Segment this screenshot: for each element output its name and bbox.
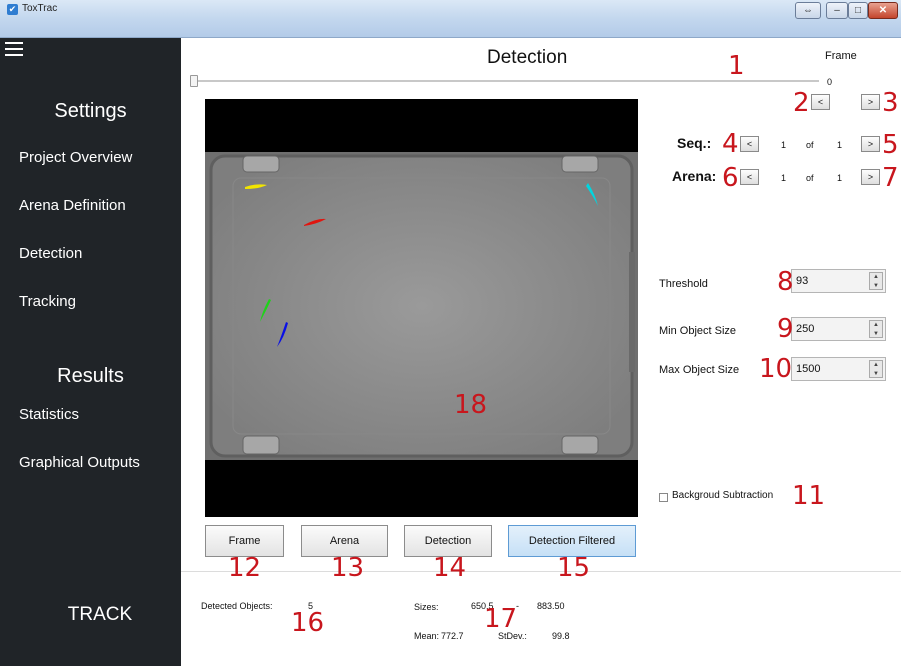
arena-label: Arena: <box>672 168 717 184</box>
restore-icon: ⇔ <box>803 5 813 16</box>
chevron-down-icon[interactable]: ▼ <box>870 330 882 339</box>
threshold-spinbox[interactable]: 93 ▲ ▼ <box>791 269 886 293</box>
minimize-icon: – <box>834 5 840 16</box>
annotation-11: 11 <box>792 481 826 511</box>
sizes-label: Sizes: <box>414 602 439 612</box>
chevron-down-icon[interactable]: ▼ <box>870 370 882 379</box>
size-max-value: 883.50 <box>537 601 565 611</box>
sequence-current: 1 <box>781 140 787 150</box>
min-object-size-stepper[interactable]: ▲ ▼ <box>869 320 883 338</box>
settings-header: Settings <box>54 100 127 122</box>
next-frame-button[interactable]: > <box>861 94 880 110</box>
page-title: Detection <box>487 47 568 68</box>
next-arena-button[interactable]: > <box>861 169 880 185</box>
annotation-10: 10 <box>759 354 793 384</box>
frame-value: 0 <box>827 77 833 87</box>
frame-slider-handle[interactable] <box>190 75 198 87</box>
sidebar-item-project-overview[interactable]: Project Overview <box>19 149 132 166</box>
max-object-size-label: Max Object Size <box>659 364 740 376</box>
title-bar: ✔ ToxTrac ⇔ – □ ✕ <box>0 0 901 38</box>
prev-sequence-button[interactable]: < <box>740 136 759 152</box>
annotation-14: 14 <box>433 553 467 583</box>
annotation-17: 17 <box>484 604 518 634</box>
min-object-size-value: 250 <box>796 323 815 335</box>
chevron-up-icon[interactable]: ▲ <box>870 273 882 282</box>
arena-image <box>205 152 638 460</box>
detected-objects-label: Detected Objects: <box>201 601 273 611</box>
annotation-6: 6 <box>722 163 739 193</box>
max-object-size-value: 1500 <box>796 363 821 375</box>
sidebar-item-graphical-outputs[interactable]: Graphical Outputs <box>19 454 140 471</box>
min-object-size-spinbox[interactable]: 250 ▲ ▼ <box>791 317 886 341</box>
video-preview <box>205 99 638 517</box>
close-button[interactable]: ✕ <box>868 2 898 19</box>
frame-slider-track[interactable] <box>191 80 819 82</box>
minimize-button[interactable]: – <box>826 2 848 19</box>
maximize-icon: □ <box>854 5 862 16</box>
sidebar-item-tracking[interactable]: Tracking <box>19 293 76 310</box>
annotation-9: 9 <box>777 314 794 344</box>
window-title: ToxTrac <box>22 3 58 14</box>
stdev-value: 99.8 <box>552 631 570 641</box>
chevron-up-icon[interactable]: ▲ <box>870 321 882 330</box>
annotation-7: 7 <box>882 163 899 193</box>
annotation-18: 18 <box>454 390 488 420</box>
prev-arena-button[interactable]: < <box>740 169 759 185</box>
annotation-5: 5 <box>882 130 899 160</box>
annotation-12: 12 <box>228 553 262 583</box>
arena-of-label: of <box>806 173 814 183</box>
annotation-15: 15 <box>557 553 591 583</box>
sidebar-item-arena-definition[interactable]: Arena Definition <box>19 197 126 214</box>
arena-total: 1 <box>837 173 843 183</box>
main-panel: Detection Frame 0 < > Seq.: < 1 of 1 > A… <box>181 38 901 666</box>
annotation-8: 8 <box>777 267 794 297</box>
close-icon: ✕ <box>878 5 888 16</box>
next-sequence-button[interactable]: > <box>861 136 880 152</box>
prev-frame-button[interactable]: < <box>811 94 830 110</box>
app-window: ✔ ToxTrac ⇔ – □ ✕ Settings Project Overv… <box>0 0 901 666</box>
results-header: Results <box>57 365 124 387</box>
chevron-up-icon[interactable]: ▲ <box>870 361 882 370</box>
min-object-size-label: Min Object Size <box>659 325 737 337</box>
max-object-size-stepper[interactable]: ▲ ▼ <box>869 360 883 378</box>
sidebar-item-statistics[interactable]: Statistics <box>19 406 79 423</box>
restore-button[interactable]: ⇔ <box>795 2 821 19</box>
annotation-13: 13 <box>331 553 365 583</box>
sidebar-item-detection[interactable]: Detection <box>19 245 82 262</box>
maximize-button[interactable]: □ <box>848 2 868 19</box>
arena-current: 1 <box>781 173 787 183</box>
annotation-3: 3 <box>882 88 899 118</box>
mean-value: 772.7 <box>441 631 464 641</box>
chevron-down-icon[interactable]: ▼ <box>870 282 882 291</box>
toxtrac-logo-icon: ✔ <box>7 4 18 15</box>
hamburger-menu-icon[interactable] <box>5 42 23 58</box>
stats-divider <box>181 571 901 572</box>
track-button[interactable]: TRACK <box>0 604 200 626</box>
sequence-label: Seq.: <box>677 135 712 151</box>
mean-label: Mean: <box>414 631 440 641</box>
frame-label: Frame <box>825 50 857 62</box>
annotation-2: 2 <box>793 88 810 118</box>
annotation-1: 1 <box>728 51 745 81</box>
background-subtraction-checkbox[interactable] <box>659 493 668 502</box>
threshold-value: 93 <box>796 275 809 287</box>
threshold-stepper[interactable]: ▲ ▼ <box>869 272 883 290</box>
annotation-4: 4 <box>722 129 739 159</box>
sidebar: Settings Project Overview Arena Definiti… <box>0 38 181 666</box>
sequence-total: 1 <box>837 140 843 150</box>
sequence-of-label: of <box>806 140 814 150</box>
background-subtraction-label[interactable]: Backgroud Subtraction <box>672 490 773 501</box>
annotation-16: 16 <box>291 608 325 638</box>
max-object-size-spinbox[interactable]: 1500 ▲ ▼ <box>791 357 886 381</box>
arena-frame <box>205 152 638 460</box>
threshold-label: Threshold <box>659 278 708 290</box>
